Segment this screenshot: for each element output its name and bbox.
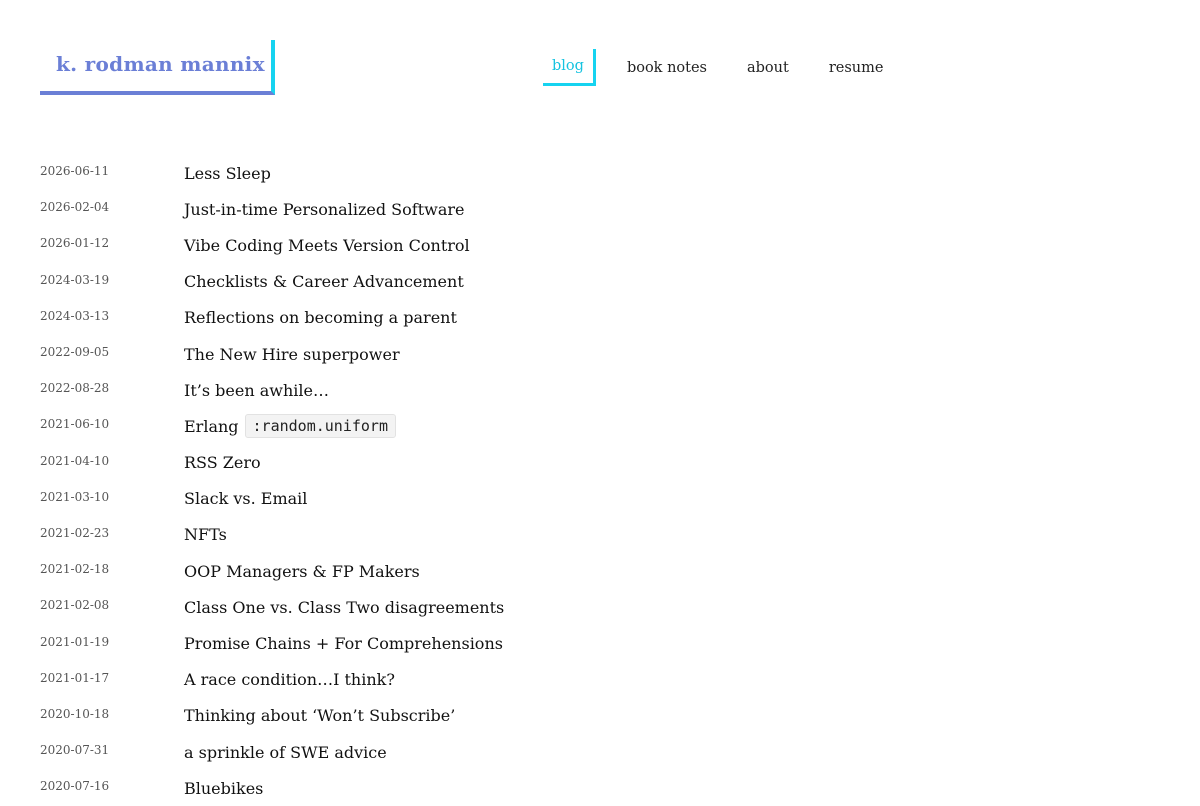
post-title-link[interactable]: Checklists & Career Advancement [184, 272, 464, 291]
post-date: 2021-03-10 [40, 489, 110, 504]
site-header: k. rodman mannix blog book notes about r… [0, 0, 1200, 140]
post-row: 2024-03-19 Checklists & Career Advanceme… [40, 264, 1160, 300]
post-row: 2026-02-04 Just-in-time Personalized Sof… [40, 191, 1160, 227]
site-logo-wrap: k. rodman mannix [40, 40, 275, 95]
post-date: 2026-01-12 [40, 236, 110, 251]
post-date: 2024-03-13 [40, 308, 110, 323]
site-title-link[interactable]: k. rodman mannix [40, 40, 275, 95]
post-title-link[interactable]: Promise Chains + For Comprehensions [184, 634, 503, 653]
post-title-link[interactable]: RSS Zero [184, 453, 261, 472]
post-date: 2021-02-08 [40, 598, 110, 613]
post-date: 2026-06-11 [40, 164, 110, 179]
post-title-link[interactable]: Bluebikes [184, 779, 263, 798]
post-row: 2021-01-19 Promise Chains + For Comprehe… [40, 625, 1160, 661]
post-date: 2026-02-04 [40, 200, 110, 215]
post-row: 2020-10-18 Thinking about ‘Won’t Subscri… [40, 698, 1160, 734]
post-title-link[interactable]: Erlang :random.uniform [184, 414, 396, 439]
post-date: 2022-09-05 [40, 345, 110, 360]
post-title-link[interactable]: Reflections on becoming a parent [184, 308, 457, 327]
post-row: 2024-03-13 Reflections on becoming a par… [40, 300, 1160, 336]
post-title-link[interactable]: The New Hire superpower [184, 345, 400, 364]
post-title-link[interactable]: OOP Managers & FP Makers [184, 562, 420, 581]
post-title-link[interactable]: a sprinkle of SWE advice [184, 743, 387, 762]
post-row: 2021-04-10 RSS Zero [40, 445, 1160, 481]
post-row: 2021-06-10 Erlang :random.uniform [40, 408, 1160, 444]
post-row: 2026-01-12 Vibe Coding Meets Version Con… [40, 227, 1160, 263]
post-date: 2021-01-19 [40, 634, 110, 649]
post-title-text: Erlang [184, 416, 239, 436]
post-date: 2022-08-28 [40, 381, 110, 396]
inline-code: :random.uniform [244, 414, 396, 439]
nav-item-book-notes[interactable]: book notes [607, 51, 727, 85]
post-date: 2021-02-18 [40, 562, 110, 577]
post-row: 2022-08-28 It’s been awhile… [40, 372, 1160, 408]
nav-item-about[interactable]: about [727, 51, 809, 85]
nav-item-blog[interactable]: blog [543, 49, 596, 86]
post-row: 2020-07-31 a sprinkle of SWE advice [40, 734, 1160, 770]
post-row: 2021-02-23 NFTs [40, 517, 1160, 553]
post-date: 2021-04-10 [40, 453, 110, 468]
post-date: 2020-10-18 [40, 706, 110, 721]
post-title-link[interactable]: Vibe Coding Meets Version Control [184, 236, 470, 255]
nav-item-resume[interactable]: resume [809, 51, 904, 85]
post-date: 2020-07-16 [40, 779, 110, 794]
post-date: 2020-07-31 [40, 743, 110, 758]
post-title-link[interactable]: Less Sleep [184, 164, 271, 183]
post-title-link[interactable]: Slack vs. Email [184, 489, 307, 508]
post-row: 2021-02-08 Class One vs. Class Two disag… [40, 589, 1160, 625]
post-date: 2021-01-17 [40, 670, 110, 685]
post-title-link[interactable]: A race condition…I think? [184, 670, 395, 689]
post-row: 2020-07-16 Bluebikes [40, 770, 1160, 806]
post-title-link[interactable]: Thinking about ‘Won’t Subscribe’ [184, 706, 455, 725]
post-date: 2024-03-19 [40, 272, 110, 287]
post-date: 2021-06-10 [40, 417, 110, 432]
post-date: 2021-02-23 [40, 525, 110, 540]
post-row: 2021-01-17 A race condition…I think? [40, 662, 1160, 698]
post-row: 2026-06-11 Less Sleep [40, 155, 1160, 191]
post-title-link[interactable]: Just-in-time Personalized Software [184, 200, 464, 219]
post-title-link[interactable]: Class One vs. Class Two disagreements [184, 598, 504, 617]
post-row: 2021-02-18 OOP Managers & FP Makers [40, 553, 1160, 589]
post-list: 2026-06-11 Less Sleep 2026-02-04 Just-in… [40, 155, 1160, 806]
post-title-link[interactable]: NFTs [184, 525, 227, 544]
main-nav: blog book notes about resume [543, 49, 903, 86]
post-row: 2021-03-10 Slack vs. Email [40, 481, 1160, 517]
post-row: 2022-09-05 The New Hire superpower [40, 336, 1160, 372]
post-title-link[interactable]: It’s been awhile… [184, 381, 329, 400]
